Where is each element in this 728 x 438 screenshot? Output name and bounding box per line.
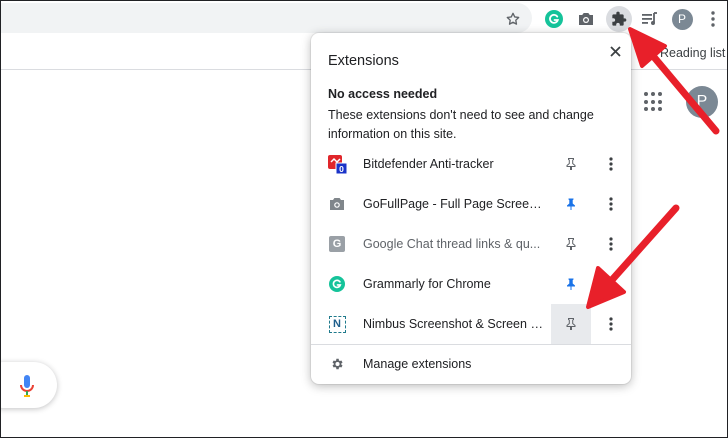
more-options-icon[interactable] <box>601 184 621 224</box>
nimbus-icon: N <box>328 315 346 333</box>
extension-name: Google Chat thread links & qu... <box>363 237 541 251</box>
camera-icon[interactable] <box>573 6 599 32</box>
pin-icon[interactable] <box>551 144 591 184</box>
reading-list-button[interactable]: Reading list <box>640 43 725 63</box>
chrome-menu-icon[interactable] <box>700 6 726 32</box>
bitdefender-icon: 0 <box>328 155 348 175</box>
pin-icon[interactable] <box>551 224 591 264</box>
bookmark-star-icon[interactable] <box>500 6 526 32</box>
account-avatar[interactable]: P <box>686 86 718 118</box>
reading-list-icon[interactable] <box>637 6 663 32</box>
extension-name: GoFullPage - Full Page Screen... <box>363 197 543 211</box>
gear-icon <box>332 358 343 370</box>
extensions-puzzle-icon[interactable] <box>606 6 632 32</box>
grammarly-toolbar-icon[interactable] <box>541 6 567 32</box>
profile-initial: P <box>671 8 693 30</box>
pin-icon[interactable] <box>551 304 591 344</box>
nimbus-letter: N <box>328 315 346 333</box>
manage-extensions-item[interactable]: Manage extensions <box>311 345 631 384</box>
voice-search-mic-icon[interactable] <box>18 374 36 398</box>
extension-row-gofullpage[interactable]: GoFullPage - Full Page Screen... <box>311 184 631 224</box>
google-chat-letter: G <box>329 236 345 252</box>
close-icon[interactable] <box>605 41 625 61</box>
account-initial: P <box>696 93 708 110</box>
address-bar[interactable] <box>0 3 532 33</box>
pin-icon-active[interactable] <box>551 184 591 224</box>
section-description: These extensions don't need to see and c… <box>328 108 594 141</box>
reading-list-small-icon <box>640 47 652 59</box>
extension-row-grammarly[interactable]: Grammarly for Chrome <box>311 264 631 304</box>
section-heading: No access needed <box>328 87 438 101</box>
more-options-icon[interactable] <box>601 224 621 264</box>
extension-row-bitdefender[interactable]: 0 Bitdefender Anti-tracker <box>311 144 631 184</box>
google-chat-icon: G <box>328 235 346 253</box>
extension-row-google-chat[interactable]: G Google Chat thread links & qu... <box>311 224 631 264</box>
extension-name: Grammarly for Chrome <box>363 277 491 291</box>
camera-icon <box>328 195 346 213</box>
extension-row-nimbus[interactable]: N Nimbus Screenshot & Screen V... <box>311 304 631 344</box>
more-options-icon[interactable] <box>601 264 621 304</box>
bitdefender-badge: 0 <box>339 164 344 174</box>
extensions-menu: Extensions No access needed These extens… <box>311 33 631 384</box>
profile-avatar[interactable]: P <box>669 6 695 32</box>
extension-name: Nimbus Screenshot & Screen V... <box>363 317 543 331</box>
more-options-icon[interactable] <box>601 144 621 184</box>
reading-list-label: Reading list <box>660 46 726 60</box>
pin-icon-active[interactable] <box>551 264 591 304</box>
google-apps-icon[interactable] <box>644 92 664 112</box>
grammarly-icon <box>328 275 346 293</box>
more-options-icon[interactable] <box>601 304 621 344</box>
extension-name: Bitdefender Anti-tracker <box>363 157 494 171</box>
extensions-menu-title: Extensions <box>328 53 399 69</box>
manage-extensions-label: Manage extensions <box>363 357 472 371</box>
